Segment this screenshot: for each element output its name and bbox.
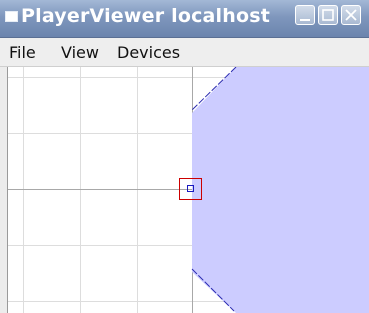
menu-view[interactable]: View [61, 43, 99, 62]
window-title: PlayerViewer localhost [21, 5, 271, 27]
map-view [8, 67, 369, 313]
obstacle-region [192, 67, 369, 313]
window-icon[interactable] [5, 11, 18, 22]
close-icon [345, 9, 357, 21]
maximize-icon [322, 9, 334, 21]
player-viewer-window: PlayerViewer localhost File View Devices [0, 0, 369, 313]
menu-devices[interactable]: Devices [117, 43, 180, 62]
minimize-button[interactable] [295, 5, 315, 25]
map-canvas[interactable] [7, 67, 369, 313]
title-bar[interactable]: PlayerViewer localhost [0, 0, 369, 38]
maximize-button[interactable] [318, 5, 338, 25]
menu-bar: File View Devices [0, 38, 369, 67]
close-button[interactable] [341, 5, 361, 25]
minimize-icon [300, 19, 310, 21]
menu-file[interactable]: File [9, 43, 36, 62]
